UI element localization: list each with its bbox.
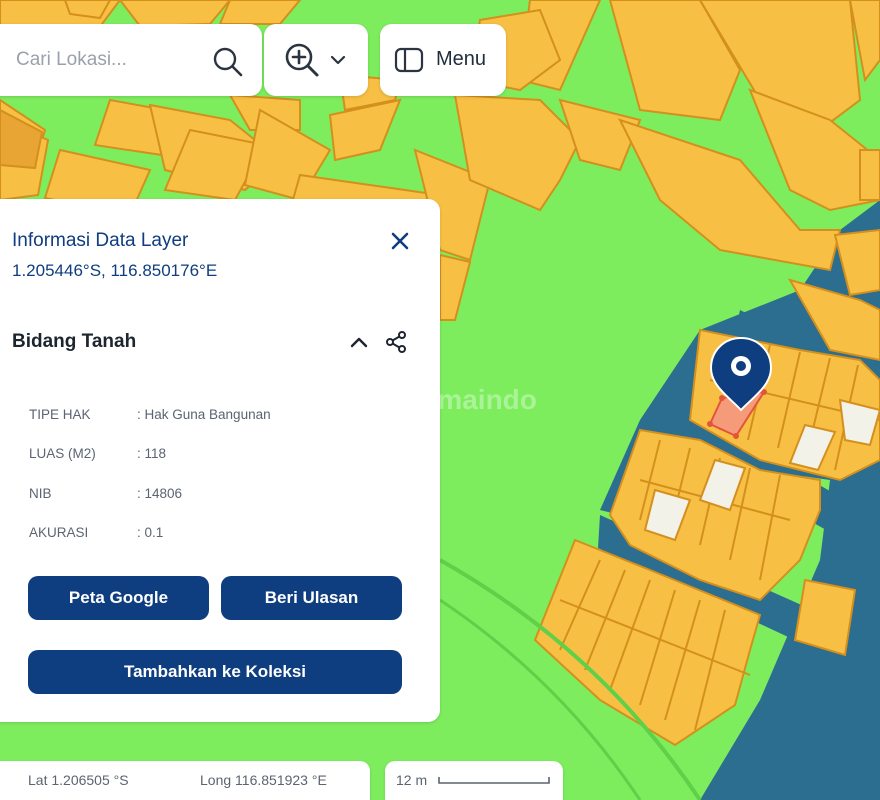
chevron-down-icon[interactable] — [330, 52, 346, 68]
close-icon[interactable] — [389, 230, 411, 252]
longitude-readout: Long 116.851923 °E — [200, 772, 327, 788]
attribute-key: AKURASI — [29, 525, 89, 540]
latitude-readout: Lat 1.206505 °S — [28, 772, 129, 788]
review-button[interactable]: Beri Ulasan — [221, 576, 402, 620]
zoom-control — [264, 24, 368, 96]
attribute-key: LUAS (M2) — [29, 446, 96, 461]
attribute-value: : 118 — [137, 446, 167, 461]
attribute-value: : 0.1 — [137, 525, 164, 540]
panel-title: Informasi Data Layer — [12, 230, 189, 251]
scale-line — [438, 777, 550, 784]
section-title: Bidang Tanah — [12, 331, 137, 352]
attribute-key: NIB — [29, 486, 52, 501]
scale-bar: 12 m — [385, 761, 563, 800]
chevron-up-icon[interactable] — [348, 333, 370, 351]
attribute-key: TIPE HAK — [29, 407, 91, 422]
panel-coordinates: 1.205446°S, 116.850176°E — [12, 261, 218, 280]
scale-label: 12 m — [396, 772, 428, 788]
attribute-value: : Hak Guna Bangunan — [137, 407, 271, 422]
search-icon[interactable] — [212, 46, 244, 78]
attribute-value: : 14806 — [137, 486, 183, 501]
menu-label: Menu — [436, 48, 487, 70]
google-map-button[interactable]: Peta Google — [28, 576, 209, 620]
info-panel: Informasi Data Layer 1.205446°S, 116.850… — [0, 199, 440, 722]
sidebar-icon — [394, 47, 424, 73]
share-icon[interactable] — [384, 330, 408, 354]
search-input[interactable] — [16, 46, 196, 74]
search-bar — [0, 24, 262, 96]
add-to-collection-button[interactable]: Tambahkan ke Koleksi — [28, 650, 402, 694]
menu-button[interactable]: Menu — [380, 24, 506, 96]
zoom-in-icon[interactable] — [284, 42, 320, 78]
cursor-coordinates-bar: Lat 1.206505 °S Long 116.851923 °E — [0, 761, 370, 800]
